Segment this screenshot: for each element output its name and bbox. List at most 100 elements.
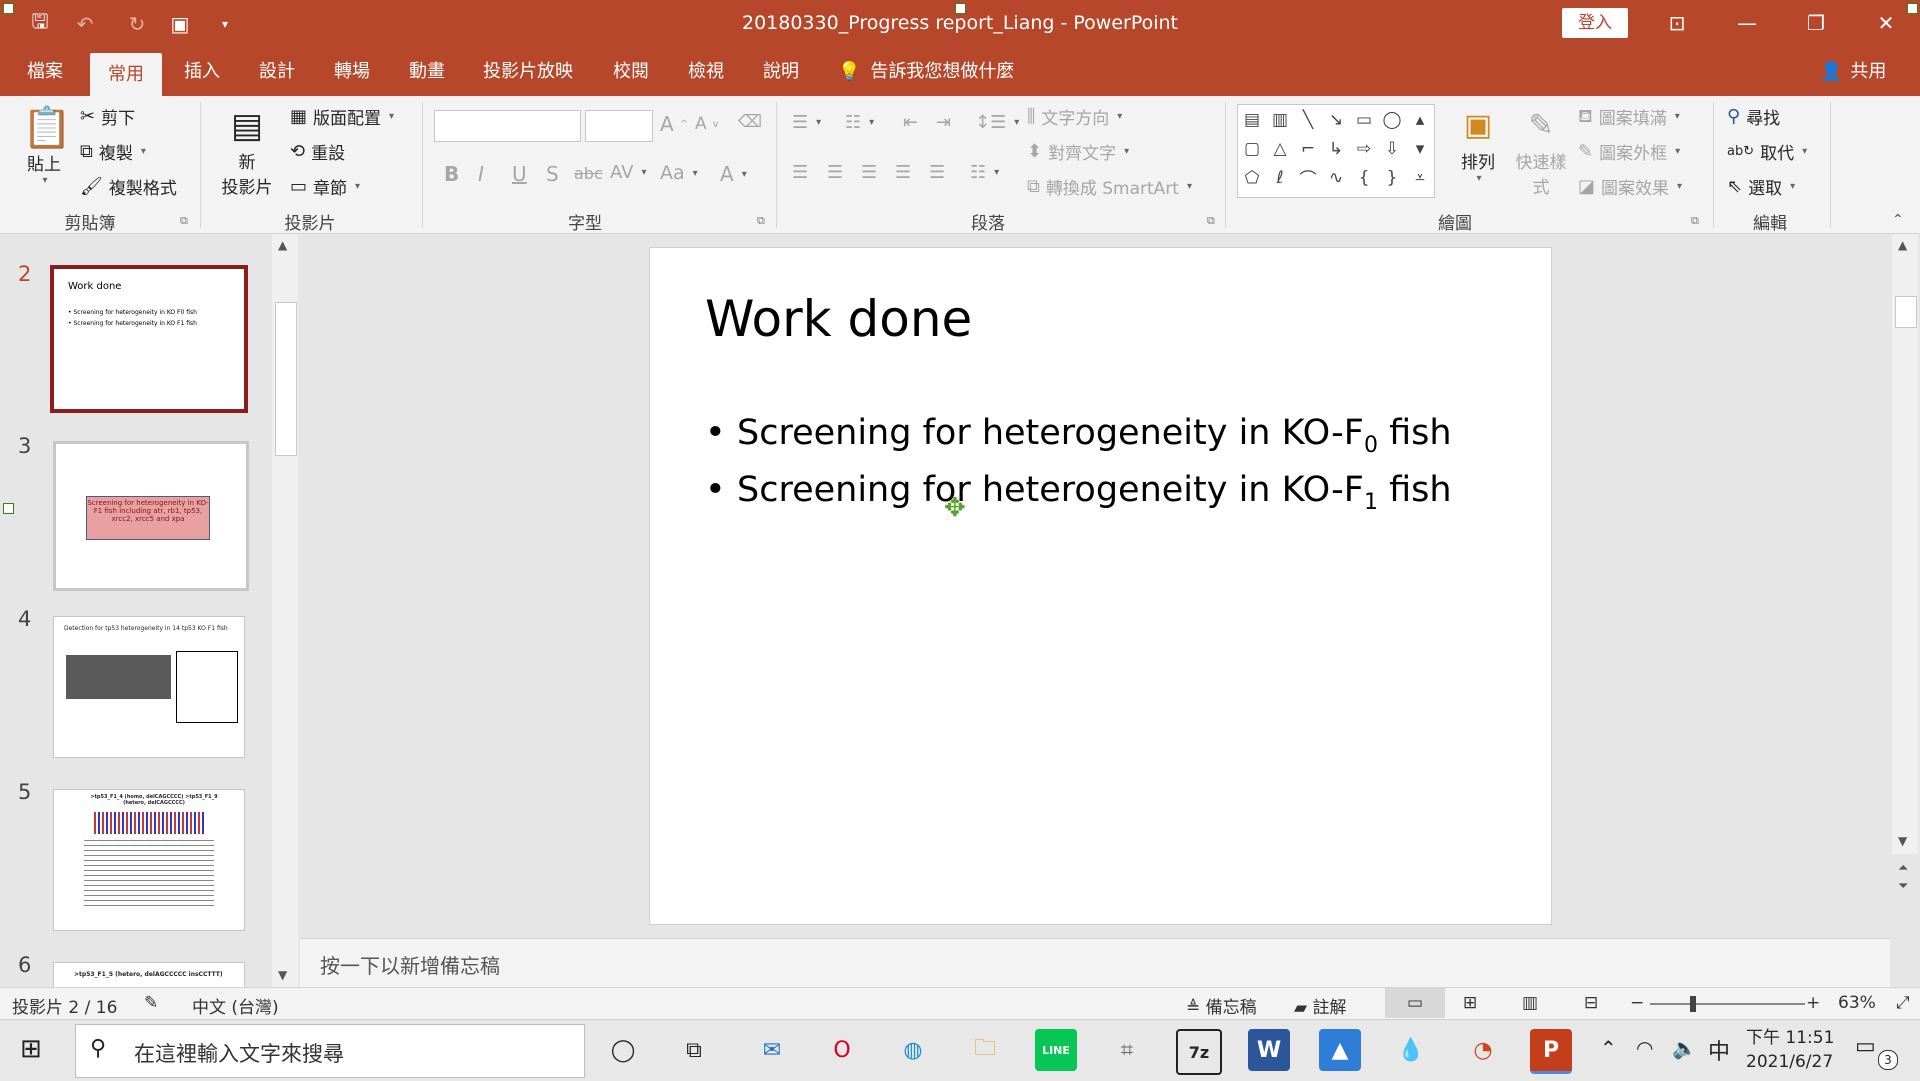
show-hidden-icons-icon[interactable]: ⌃ — [1600, 1036, 1617, 1060]
slide-title[interactable]: Work done — [705, 290, 972, 348]
scroll-thumb[interactable] — [275, 302, 297, 456]
comments-button[interactable]: ▰ 註解 — [1294, 993, 1346, 1018]
arc-shape-icon[interactable]: ⌒ — [1294, 163, 1322, 192]
slide-thumbnail-3[interactable]: Screening for heterogeneity in KO-F1 fis… — [53, 441, 249, 591]
underline-button[interactable]: U — [512, 162, 527, 186]
elbow-arrow-icon[interactable]: ↳ — [1322, 134, 1350, 163]
wifi-icon[interactable]: ◠ — [1636, 1036, 1653, 1060]
photos-icon[interactable]: ▲ — [1319, 1029, 1361, 1071]
character-spacing-button[interactable]: AV ▾ — [610, 162, 647, 183]
opera-icon[interactable]: O — [821, 1029, 863, 1071]
text-direction-button[interactable]: ⫼ 文字方向 ▾ — [1027, 104, 1122, 129]
zoom-in-button[interactable]: + — [1806, 993, 1820, 1013]
ime-indicator[interactable]: 中 — [1708, 1034, 1730, 1066]
textbox-shape-icon[interactable]: ▤ — [1238, 105, 1266, 134]
file-explorer-icon[interactable]: 🗀 — [964, 1029, 1006, 1071]
gallery-scroll-up-icon[interactable]: ▴ — [1406, 105, 1434, 134]
numbering-icon[interactable]: ☷ ▾ — [845, 112, 874, 133]
tab-help[interactable]: 說明 — [751, 47, 811, 96]
curve-shape-icon[interactable]: ∿ — [1322, 163, 1350, 192]
scroll-down-icon[interactable]: ▼ — [1898, 834, 1907, 848]
taskbar-search-box[interactable]: ⚲ 在這裡輸入文字來搜尋 — [75, 1024, 585, 1078]
undo-icon[interactable]: ↶ — [70, 9, 100, 39]
line-app-icon[interactable]: LINE — [1035, 1029, 1077, 1071]
notes-pane[interactable]: 按一下以新增備忘稿 — [300, 938, 1890, 987]
pentagon-shape-icon[interactable]: ⬠ — [1238, 163, 1266, 192]
slide-canvas[interactable]: Work done • Screening for heterogeneity i… — [649, 247, 1552, 925]
align-text-button[interactable]: ⬍ 對齊文字 ▾ — [1027, 139, 1129, 164]
decrease-indent-icon[interactable]: ⇤ — [903, 112, 918, 133]
triangle-shape-icon[interactable]: △ — [1266, 134, 1294, 163]
slideshow-view-button[interactable]: ⊟ — [1584, 993, 1598, 1013]
shape-fill-button[interactable]: ⛾ 圖案填滿 ▾ — [1578, 104, 1680, 129]
selection-handle[interactable] — [3, 503, 14, 514]
selection-handle[interactable] — [3, 3, 14, 14]
strikethrough-button[interactable]: abc — [574, 164, 603, 183]
scroll-up-icon[interactable]: ▲ — [278, 238, 287, 252]
copy-button[interactable]: ⧉ 複製 ▾ — [80, 139, 146, 164]
tab-review[interactable]: 校閱 — [601, 47, 661, 96]
spellcheck-icon[interactable]: ✎ — [144, 993, 158, 1013]
right-brace-shape-icon[interactable]: } — [1378, 163, 1406, 192]
word-icon[interactable]: W — [1248, 1029, 1290, 1071]
notification-center-icon[interactable]: ▭ — [1855, 1034, 1876, 1059]
line-shape-icon[interactable]: ╲ — [1294, 105, 1322, 134]
scroll-up-icon[interactable]: ▲ — [1898, 238, 1907, 252]
gallery-scroll-down-icon[interactable]: ▾ — [1406, 134, 1434, 163]
tab-insert[interactable]: 插入 — [172, 47, 232, 96]
dialog-launcher-icon[interactable]: ⧉ — [180, 214, 188, 228]
volume-icon[interactable]: 🔈 — [1672, 1036, 1697, 1060]
quick-styles-button[interactable]: ✎ 快速樣 式 — [1508, 104, 1574, 198]
zoom-out-button[interactable]: − — [1630, 993, 1644, 1013]
shadow-button[interactable]: S — [546, 162, 559, 186]
slide-bullet[interactable]: • Screening for heterogeneity in KO-F1 fi… — [705, 470, 1452, 515]
font-color-button[interactable]: A ▾ — [720, 162, 747, 186]
dialog-launcher-icon[interactable]: ⧉ — [1691, 214, 1699, 228]
cortana-icon[interactable]: ◯ — [602, 1029, 644, 1071]
columns-icon[interactable]: ☷ ▾ — [970, 162, 999, 183]
cut-button[interactable]: ✂ 剪下 — [80, 104, 135, 129]
tab-file[interactable]: 檔案 — [14, 47, 76, 96]
slide-thumbnail-4[interactable]: Detection for tp53 heterogeneity in 14 t… — [53, 616, 245, 758]
shapes-gallery[interactable]: ▤ ▥ ╲ ↘ ▭ ◯ ▴ ▢ △ ⌐ ↳ ⇨ ⇩ ▾ ⬠ ℓ ⌒ ∿ { } … — [1237, 104, 1435, 198]
sign-in-button[interactable]: 登入 — [1562, 8, 1628, 38]
slide-thumbnail-2[interactable]: Work done • Screening for heterogeneity … — [50, 265, 248, 413]
paint3d-icon[interactable]: 💧 — [1390, 1029, 1432, 1071]
collapse-ribbon-icon[interactable]: ⌃ — [1892, 212, 1904, 228]
scroll-down-icon[interactable]: ▼ — [278, 968, 287, 982]
redo-icon[interactable]: ↻ — [122, 9, 152, 39]
scroll-thumb[interactable] — [1895, 296, 1917, 328]
share-button[interactable]: 👤 共用 — [1820, 47, 1886, 96]
distributed-icon[interactable]: ☰ — [929, 162, 945, 183]
language-indicator[interactable]: 中文 (台灣) — [192, 993, 279, 1018]
reading-view-button[interactable]: ▥ — [1522, 993, 1538, 1013]
zoom-slider[interactable] — [1650, 996, 1805, 1012]
align-left-icon[interactable]: ☰ — [792, 162, 808, 183]
increase-indent-icon[interactable]: ⇥ — [936, 112, 951, 133]
slide-bullet[interactable]: • Screening for heterogeneity in KO-F0 fi… — [705, 413, 1452, 458]
normal-view-button[interactable]: ▭ — [1385, 988, 1445, 1018]
start-slideshow-icon[interactable]: ▣ — [165, 9, 195, 39]
font-name-combobox[interactable] — [434, 110, 581, 142]
justify-icon[interactable]: ☰ — [895, 162, 911, 183]
line-spacing-icon[interactable]: ↕☰ ▾ — [975, 112, 1019, 133]
tab-transitions[interactable]: 轉場 — [322, 47, 382, 96]
screenshot-tool-icon[interactable]: ⌗ — [1106, 1029, 1148, 1071]
down-arrow-shape-icon[interactable]: ⇩ — [1378, 134, 1406, 163]
arrange-button[interactable]: ▣ 排列 ▾ — [1455, 104, 1501, 184]
restore-button[interactable]: ❐ — [1792, 6, 1840, 40]
align-right-icon[interactable]: ☰ — [861, 162, 877, 183]
customize-qat-icon[interactable]: ▾ — [210, 9, 240, 39]
slide-scrollbar[interactable]: ▲ ▼ — [1892, 234, 1918, 854]
powerpoint-viewer-icon[interactable]: ◔ — [1462, 1029, 1504, 1071]
task-view-icon[interactable]: ⧉ — [673, 1029, 715, 1071]
edge-icon[interactable]: ◍ — [892, 1029, 934, 1071]
left-brace-shape-icon[interactable]: { — [1350, 163, 1378, 192]
clock[interactable]: 下午 11:51 2021/6/27 — [1746, 1026, 1834, 1074]
section-button[interactable]: ▭ 章節 ▾ — [290, 174, 360, 199]
dialog-launcher-icon[interactable]: ⧉ — [757, 214, 765, 228]
thumbnail-scrollbar[interactable]: ▲ ▼ — [272, 234, 298, 987]
new-slide-button[interactable]: ▤ 新 投影片 — [212, 104, 282, 198]
freeform-shape-icon[interactable]: ℓ — [1266, 163, 1294, 192]
tell-me-box[interactable]: 💡 告訴我您想做什麼 — [838, 47, 1014, 96]
